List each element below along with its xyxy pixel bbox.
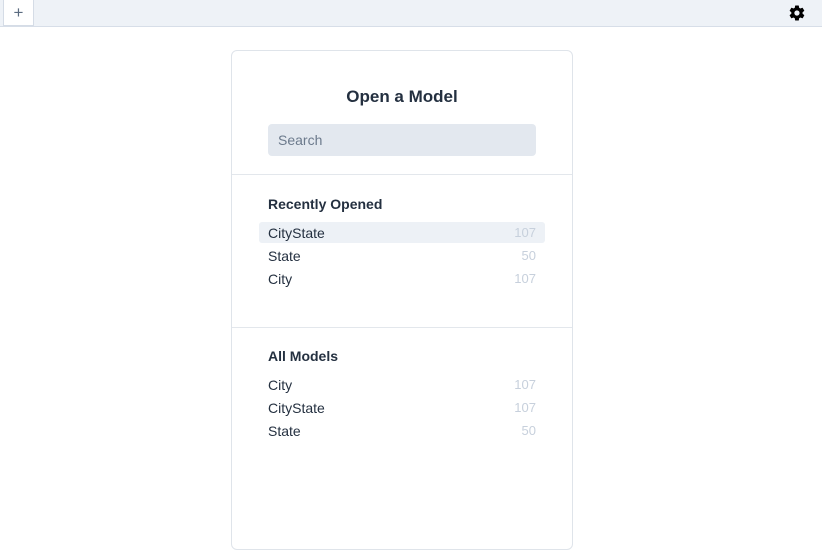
divider	[232, 327, 572, 328]
all-item-citystate[interactable]: CityState 107	[259, 397, 545, 418]
model-count: 50	[521, 248, 536, 263]
all-models-title: All Models	[268, 348, 339, 364]
gear-icon	[789, 5, 805, 21]
new-tab-button[interactable]: +	[3, 0, 34, 26]
model-name: State	[268, 422, 301, 439]
model-name: City	[268, 376, 293, 393]
model-name: City	[268, 270, 293, 287]
model-count: 107	[514, 271, 536, 286]
model-name: CityState	[268, 224, 325, 241]
all-item-state[interactable]: State 50	[259, 420, 545, 441]
settings-button[interactable]	[788, 4, 806, 22]
search-input[interactable]	[268, 124, 536, 156]
model-count: 107	[514, 400, 536, 415]
top-toolbar: +	[0, 0, 822, 27]
open-model-panel: Open a Model Recently Opened CityState 1…	[231, 50, 573, 550]
recently-opened-title: Recently Opened	[268, 196, 383, 212]
model-count: 107	[514, 225, 536, 240]
model-name: CityState	[268, 399, 325, 416]
recent-item-city[interactable]: City 107	[259, 268, 545, 289]
plus-icon: +	[13, 2, 24, 22]
model-count: 50	[521, 423, 536, 438]
panel-title: Open a Model	[346, 87, 458, 106]
model-name: State	[268, 247, 301, 264]
recent-item-state[interactable]: State 50	[259, 245, 545, 266]
recent-item-citystate[interactable]: CityState 107	[259, 222, 545, 243]
all-item-city[interactable]: City 107	[259, 374, 545, 395]
divider	[232, 174, 572, 175]
model-count: 107	[514, 377, 536, 392]
